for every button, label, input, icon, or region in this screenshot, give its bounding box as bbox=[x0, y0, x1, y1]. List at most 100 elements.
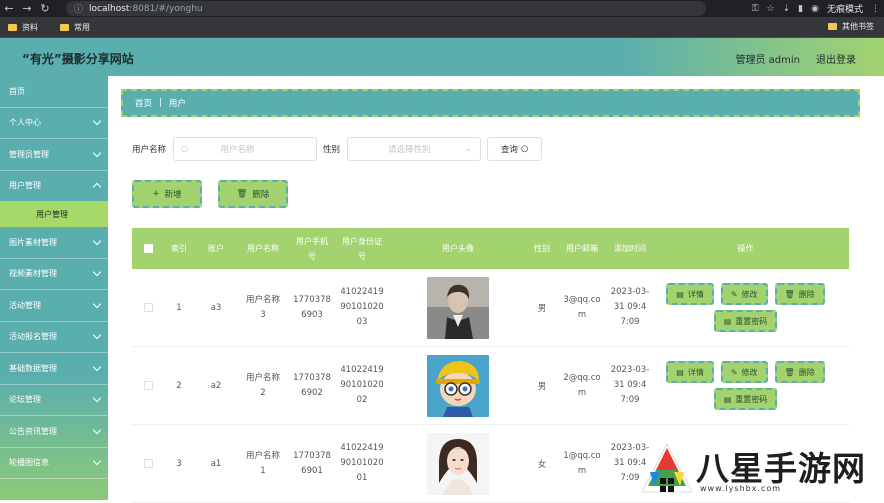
plus-icon: + bbox=[152, 189, 160, 199]
edit-button[interactable]: ✎ 修改 bbox=[720, 361, 768, 383]
extension-icon[interactable]: ⇣ bbox=[783, 4, 791, 14]
row-delete-button[interactable]: 🗑 删除 bbox=[774, 283, 825, 305]
bookmark-label: 常用 bbox=[74, 22, 90, 32]
cell-idcard: 410224199010102003 bbox=[340, 287, 384, 327]
sidebar-item-admins[interactable]: 管理员管理 bbox=[0, 139, 108, 171]
reset-password-label: 重置密码 bbox=[735, 394, 768, 404]
cell-gender: 男 bbox=[537, 303, 547, 314]
gender-select[interactable]: 请选择性别 ⌄ bbox=[347, 137, 482, 161]
sidebar-item-images[interactable]: 图片素材管理 bbox=[0, 227, 108, 259]
incognito-icon[interactable]: ◉ bbox=[811, 4, 819, 14]
chevron-down-icon bbox=[92, 425, 102, 434]
app-header: “有光”摄影分享网站 管理员 admin 退出登录 bbox=[0, 38, 884, 76]
detail-button[interactable]: ▤ 详情 bbox=[666, 283, 714, 305]
sidebar-item-news[interactable]: 公告资讯管理 bbox=[0, 416, 108, 448]
info-icon[interactable]: ⓘ bbox=[74, 2, 83, 15]
header-idcard: 用户身份证号 bbox=[342, 236, 382, 261]
cell-time: 2023-03-31 09:47:09 bbox=[610, 365, 650, 405]
sidebar-item-label: 公告资讯管理 bbox=[9, 426, 57, 436]
detail-button[interactable]: ▤ 详情 bbox=[666, 361, 714, 383]
chevron-down-icon bbox=[92, 457, 102, 466]
cell-email: 3@qq.com bbox=[563, 294, 601, 320]
sidebar-item-base-data[interactable]: 基础数据管理 bbox=[0, 353, 108, 385]
site-watermark: 八星手游网 www.lyshbx.com bbox=[636, 440, 884, 500]
detail-label: 详情 bbox=[687, 289, 704, 299]
add-label: 新增 bbox=[164, 190, 182, 200]
delete-button[interactable]: 🗑 删除 bbox=[218, 180, 288, 208]
sidebar-subitem-label: 用户管理 bbox=[36, 210, 68, 219]
sidebar-item-carousel[interactable]: 轮播图信息 bbox=[0, 448, 108, 479]
delete-label: 删除 bbox=[252, 190, 270, 200]
header-phone: 用户手机号 bbox=[296, 236, 328, 261]
row-delete-label: 删除 bbox=[798, 367, 815, 377]
add-button[interactable]: + 新增 bbox=[132, 180, 202, 208]
bookmark-folder[interactable]: 资料 bbox=[8, 22, 38, 33]
edit-label: 修改 bbox=[741, 367, 758, 377]
header-ops: 操作 bbox=[737, 244, 754, 253]
username-search-input[interactable]: ○ 用户名称 bbox=[173, 137, 318, 161]
cell-phone: 17703786903 bbox=[293, 294, 331, 320]
trash-icon: 🗑 bbox=[784, 367, 795, 377]
sidebar-subitem-user-management[interactable]: 用户管理 bbox=[0, 202, 108, 227]
sidebar-item-videos[interactable]: 视频素材管理 bbox=[0, 259, 108, 290]
forward-icon[interactable]: → bbox=[18, 2, 36, 15]
reset-password-button[interactable]: ▤ 重置密码 bbox=[713, 388, 778, 410]
chevron-down-icon bbox=[92, 117, 102, 126]
sidebar-item-home[interactable]: 首页 bbox=[0, 76, 108, 108]
reset-password-button[interactable]: ▤ 重置密码 bbox=[713, 310, 778, 332]
bookmark-folder[interactable]: 常用 bbox=[60, 22, 90, 33]
cell-idcard: 410224199010102001 bbox=[340, 443, 384, 483]
other-bookmarks[interactable]: 其他书签 bbox=[828, 21, 874, 32]
sidebar-item-forum[interactable]: 论坛管理 bbox=[0, 385, 108, 416]
search-icon: ○ bbox=[181, 144, 189, 154]
watermark-url: www.lyshbx.com bbox=[700, 484, 782, 493]
header-time: 添加时间 bbox=[614, 244, 646, 253]
row-checkbox[interactable] bbox=[143, 303, 153, 312]
key-icon[interactable]: ⚿ bbox=[752, 4, 759, 14]
row-delete-label: 删除 bbox=[798, 289, 815, 299]
header-avatar: 用户头像 bbox=[442, 244, 474, 253]
address-bar[interactable]: ⓘ localhost :8081/#/yonghu bbox=[66, 1, 706, 16]
row-delete-button[interactable]: 🗑 删除 bbox=[774, 361, 825, 383]
folder-icon bbox=[60, 23, 69, 31]
sidebar: 首页 个人中心 管理员管理 用户管理 用户管理 图片素材管理 视频素材管理 活动… bbox=[0, 76, 108, 500]
cell-account: a2 bbox=[210, 380, 222, 391]
row-checkbox[interactable] bbox=[143, 459, 153, 468]
edit-label: 修改 bbox=[741, 289, 758, 299]
sidebar-item-profile[interactable]: 个人中心 bbox=[0, 108, 108, 139]
back-icon[interactable]: ← bbox=[0, 2, 18, 15]
sidebar-item-events[interactable]: 活动管理 bbox=[0, 290, 108, 322]
sidebar-item-label: 活动报名管理 bbox=[9, 332, 57, 342]
header-index: 索引 bbox=[171, 244, 187, 253]
reload-icon[interactable]: ↻ bbox=[36, 2, 54, 15]
menu-icon[interactable]: ⋮ bbox=[871, 4, 880, 14]
site-title: “有光”摄影分享网站 bbox=[22, 52, 134, 66]
row-checkbox[interactable] bbox=[143, 381, 153, 390]
reset-password-label: 重置密码 bbox=[735, 316, 768, 326]
star-icon[interactable]: ☆ bbox=[767, 4, 775, 14]
cell-index: 1 bbox=[176, 302, 182, 313]
sidebar-item-event-signups[interactable]: 活动报名管理 bbox=[0, 322, 108, 353]
chevron-down-icon bbox=[92, 268, 102, 277]
document-icon: ▤ bbox=[676, 289, 684, 299]
logout-link[interactable]: 退出登录 bbox=[816, 51, 856, 66]
url-path: :8081/#/yonghu bbox=[129, 3, 203, 14]
trash-icon: 🗑 bbox=[236, 189, 248, 199]
chevron-down-icon: ⌄ bbox=[464, 144, 473, 154]
browser-toolbar: ← → ↻ ⓘ localhost :8081/#/yonghu ⚿ ☆ ⇣ ▮… bbox=[0, 0, 884, 17]
header-gender: 性别 bbox=[534, 244, 550, 253]
other-bookmarks-label: 其他书签 bbox=[842, 22, 874, 31]
sidebar-item-users[interactable]: 用户管理 bbox=[0, 171, 108, 202]
cell-index: 2 bbox=[176, 380, 182, 391]
search-form: 用户名称 ○ 用户名称 性别 请选择性别 ⌄ 查询 ○ bbox=[132, 137, 543, 161]
edit-button[interactable]: ✎ 修改 bbox=[720, 283, 768, 305]
breadcrumb-separator: | bbox=[159, 98, 162, 108]
query-button[interactable]: 查询 ○ bbox=[487, 137, 543, 161]
breadcrumb-home[interactable]: 首页 bbox=[135, 97, 152, 109]
gender-placeholder: 请选择性别 bbox=[388, 145, 431, 155]
user-avatar-image bbox=[427, 354, 489, 417]
select-all-checkbox[interactable] bbox=[143, 244, 153, 253]
header-email: 用户邮箱 bbox=[566, 244, 598, 253]
sidepanel-icon[interactable]: ▮ bbox=[798, 4, 803, 14]
breadcrumb: 首页 | 用户 bbox=[121, 89, 860, 117]
